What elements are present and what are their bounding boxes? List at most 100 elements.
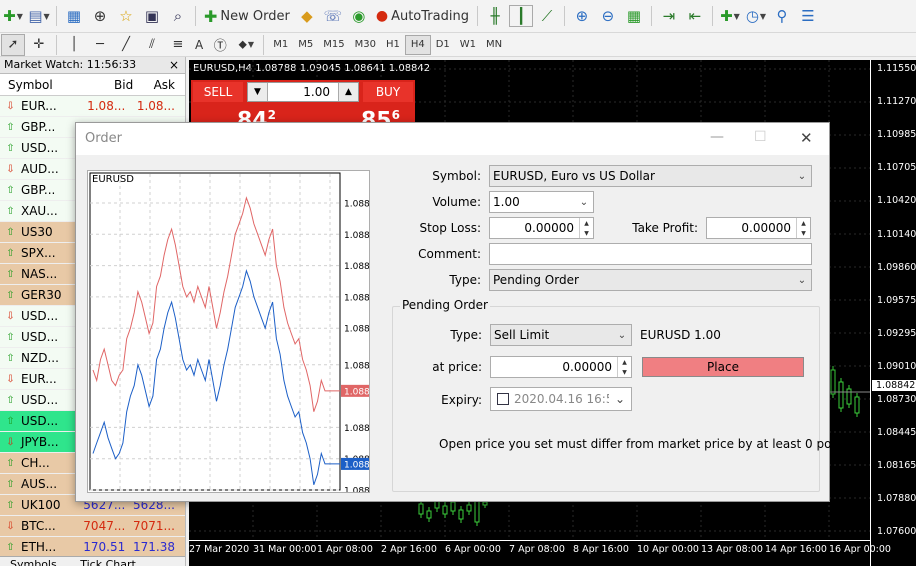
- increase-lot-icon[interactable]: ▲: [338, 83, 358, 101]
- symbol-cell: ⇧ GBP...: [0, 120, 78, 134]
- price-tick-label: 1.09010: [877, 361, 916, 372]
- bar-chart-icon[interactable]: ╫: [483, 5, 507, 27]
- order-type-select[interactable]: Pending Order ⌄: [489, 269, 812, 291]
- stop-loss-label: Stop Loss:: [419, 221, 481, 235]
- timeframe-bar: M1 M5 M15 M30 H1 H4 D1 W1 MN: [268, 34, 507, 55]
- candlestick-icon[interactable]: ┃: [508, 5, 533, 27]
- arrows-icon[interactable]: ⬥ ▼: [234, 34, 258, 56]
- search-icon[interactable]: ⚲: [770, 5, 794, 27]
- cursor-icon[interactable]: ➚: [1, 33, 25, 56]
- pending-type-select[interactable]: Sell Limit ⌄: [490, 324, 632, 346]
- tick-price-label: 1.08880: [344, 262, 369, 272]
- symbol-row[interactable]: ⇩ BTC... 7047... 7071...: [0, 516, 185, 537]
- column-header-symbol[interactable]: Symbol: [0, 78, 78, 92]
- close-icon[interactable]: ✕: [800, 129, 813, 147]
- line-chart-icon[interactable]: ⟋: [535, 5, 559, 27]
- lot-stepper[interactable]: ▼ 1.00 ▲: [247, 82, 359, 102]
- symbol-cell: ⇩ USD...: [0, 309, 78, 323]
- auto-trading-button[interactable]: ● AutoTrading: [373, 5, 472, 27]
- community-icon[interactable]: ☰: [796, 5, 820, 27]
- timeframe-m5[interactable]: M5: [293, 35, 318, 55]
- market-watch-icon[interactable]: ▦: [62, 5, 86, 27]
- close-icon[interactable]: ×: [169, 57, 179, 73]
- indicators-icon[interactable]: ✚ ▼: [718, 5, 742, 27]
- timeframe-m30[interactable]: M30: [350, 35, 381, 55]
- new-chart-icon[interactable]: ✚ ▼: [1, 5, 25, 27]
- new-order-button[interactable]: ✚ New Order: [201, 5, 293, 27]
- vertical-line-icon[interactable]: │: [62, 34, 86, 56]
- timeframe-h1[interactable]: H1: [381, 35, 405, 55]
- up-arrow-icon: ⇧: [6, 541, 15, 553]
- bid-cell: 1.08...: [87, 99, 126, 113]
- one-click-trading-panel: SELL ▼ 1.00 ▲ BUY 842 856: [191, 80, 415, 132]
- minimize-icon[interactable]: —: [710, 129, 724, 145]
- symbol-name: US30: [21, 225, 53, 239]
- text-tool-icon[interactable]: A: [192, 34, 206, 56]
- volume-select[interactable]: 1.00 ⌄: [489, 191, 594, 213]
- navigator-icon[interactable]: ☆: [114, 5, 138, 27]
- zoom-out-icon[interactable]: ⊖: [596, 5, 620, 27]
- ask-cell: 7071...: [133, 519, 175, 533]
- timeframe-m15[interactable]: M15: [318, 35, 349, 55]
- comment-input[interactable]: [489, 243, 812, 265]
- tab-symbols[interactable]: Symbols: [0, 557, 67, 566]
- chevron-down-icon[interactable]: ⌄: [609, 392, 631, 406]
- timeframe-mn[interactable]: MN: [481, 35, 507, 55]
- symbol-row[interactable]: ⇧ ETH... 170.51 171.38: [0, 537, 185, 558]
- data-window-icon[interactable]: ⊕: [88, 5, 112, 27]
- symbol-cell: ⇧ XAU...: [0, 204, 78, 218]
- place-button[interactable]: Place: [642, 357, 804, 377]
- up-arrow-icon: ⇧: [6, 457, 15, 469]
- time-tick-label: 27 Mar 2020: [189, 544, 250, 555]
- column-header-ask[interactable]: Ask: [137, 78, 185, 92]
- sell-button[interactable]: SELL: [193, 82, 243, 102]
- profiles-icon[interactable]: ▤ ▼: [27, 5, 51, 27]
- text-label-icon[interactable]: Ⓣ: [208, 34, 232, 56]
- zoom-in-icon[interactable]: ⊕: [570, 5, 594, 27]
- take-profit-input[interactable]: 0.00000 ▲ ▼: [706, 217, 811, 239]
- symbol-select[interactable]: EURUSD, Euro vs US Dollar ⌄: [489, 165, 812, 187]
- symbol-name: USD...: [21, 141, 59, 155]
- chart-shift-icon[interactable]: ⇤: [683, 5, 707, 27]
- tab-tick-chart[interactable]: Tick Chart: [70, 557, 146, 566]
- up-arrow-icon: ⇧: [6, 478, 15, 490]
- autoscroll-icon[interactable]: ⇥: [657, 5, 681, 27]
- horizontal-line-icon[interactable]: ─: [88, 34, 112, 56]
- expiry-checkbox[interactable]: [497, 393, 509, 405]
- stepper-icon[interactable]: ▲ ▼: [579, 218, 593, 238]
- crosshair-icon[interactable]: ✛: [27, 34, 51, 56]
- vps-icon[interactable]: ◉: [347, 5, 371, 27]
- column-header-bid[interactable]: Bid: [78, 78, 138, 92]
- price-tick-label: 1.10140: [877, 229, 916, 240]
- signals-icon[interactable]: ☏: [321, 5, 345, 27]
- equidistant-channel-icon[interactable]: ⫽: [140, 34, 164, 56]
- timeframe-w1[interactable]: W1: [455, 35, 481, 55]
- metaeditor-icon[interactable]: ◆: [295, 5, 319, 27]
- symbol-row[interactable]: ⇩ EUR... 1.08... 1.08...: [0, 96, 185, 117]
- symbol-cell: ⇧ AUS...: [0, 477, 78, 491]
- fibonacci-icon[interactable]: ≡: [166, 34, 190, 56]
- timeframe-m1[interactable]: M1: [268, 35, 293, 55]
- bid-cell: 7047...: [83, 519, 126, 533]
- tick-price-label: 1.08861: [344, 361, 369, 371]
- tick-chart: 1.08892 1.08886 1.08880 1.08874 1.08868 1.088…: [87, 170, 370, 493]
- buy-button[interactable]: BUY: [363, 82, 413, 102]
- lot-value[interactable]: 1.00: [268, 85, 338, 99]
- periods-icon[interactable]: ◷ ▼: [744, 5, 768, 27]
- timeframe-d1[interactable]: D1: [431, 35, 455, 55]
- trendline-icon[interactable]: ╱: [114, 34, 138, 56]
- stepper-icon[interactable]: ▲ ▼: [796, 218, 810, 238]
- price-input[interactable]: 0.00000 ▲ ▼: [490, 356, 632, 378]
- expiry-picker[interactable]: 2020.04.16 16:55 ⌄: [490, 387, 632, 411]
- pending-type-value: Sell Limit: [494, 328, 550, 342]
- stepper-icon[interactable]: ▲ ▼: [617, 357, 631, 377]
- new-order-label: New Order: [220, 8, 290, 24]
- stop-loss-input[interactable]: 0.00000 ▲ ▼: [489, 217, 594, 239]
- tile-windows-icon[interactable]: ▦: [622, 5, 646, 27]
- toolbar-divider: [56, 34, 57, 55]
- decrease-lot-icon[interactable]: ▼: [248, 83, 268, 101]
- strategy-tester-icon[interactable]: ⌕: [166, 5, 190, 27]
- tick-price-label: 1.08874: [344, 293, 369, 303]
- terminal-icon[interactable]: ▣: [140, 5, 164, 27]
- timeframe-h4[interactable]: H4: [404, 34, 431, 55]
